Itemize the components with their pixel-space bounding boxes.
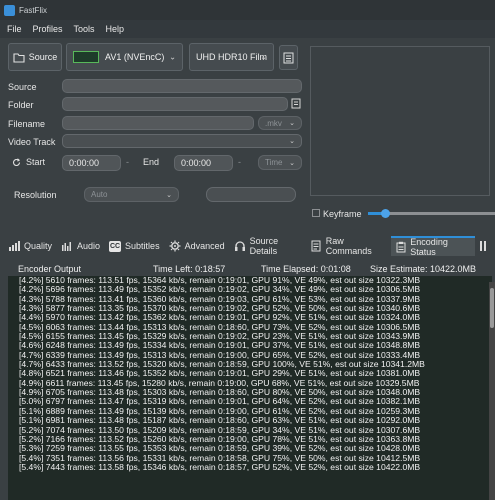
- menu-tools[interactable]: Tools: [74, 24, 95, 34]
- subtitles-icon: CC: [109, 240, 122, 252]
- profile-select[interactable]: UHD HDR10 Film ⌄: [189, 43, 274, 71]
- log-line: [5.4%] 7443 frames: 113.58 fps, 15346 kb…: [19, 461, 421, 472]
- clipboard-icon: [395, 241, 406, 253]
- tab-subtitles-label: Subtitles: [125, 241, 160, 251]
- tab-bar: Quality Audio CC Subtitles Advanced Sour…: [0, 236, 495, 257]
- more-icon: [477, 241, 489, 252]
- filename-label: Filename: [8, 119, 46, 129]
- main-panel: Source AV1 (NVEncC) ⌄ UHD HDR10 Film ⌄ S…: [0, 38, 495, 500]
- app-title: FastFlix: [19, 5, 47, 15]
- tab-audio[interactable]: Audio: [57, 236, 105, 256]
- encoder-value: AV1 (NVEncC): [105, 52, 165, 62]
- time-elapsed-label: Time Elapsed: 0:01:08: [261, 264, 351, 274]
- chevron-down-icon: ⌄: [289, 138, 295, 145]
- size-estimate-label: Size Estimate: 10422.0MB: [370, 264, 477, 274]
- encoder-output-label: Encoder Output: [18, 264, 82, 274]
- document-icon: [311, 240, 322, 252]
- tab-more[interactable]: [475, 236, 495, 256]
- filename-field[interactable]: [62, 116, 254, 130]
- menu-help[interactable]: Help: [106, 24, 125, 34]
- resolution-custom-field[interactable]: [206, 187, 296, 202]
- gear-icon: [169, 240, 181, 252]
- encoder-select[interactable]: AV1 (NVEncC) ⌄: [66, 43, 183, 71]
- tab-advanced[interactable]: Advanced: [165, 236, 230, 256]
- start-time-input[interactable]: 0:00:00: [62, 155, 121, 171]
- browse-folder-icon[interactable]: [291, 98, 302, 109]
- encoder-output-log[interactable]: [4.2%] 5610 frames: 113.51 fps, 15364 kb…: [8, 276, 492, 500]
- resolution-select[interactable]: Auto ⌄: [84, 187, 179, 202]
- chevron-down-icon: ⌄: [260, 52, 267, 62]
- source-label: Source: [8, 82, 37, 92]
- log-scrollbar-thumb[interactable]: [490, 288, 494, 328]
- end-time-input[interactable]: 0:00:00: [174, 155, 233, 171]
- tab-source-details-label: Source Details: [249, 236, 279, 256]
- refresh-icon[interactable]: [12, 158, 21, 167]
- folder-field[interactable]: [62, 97, 288, 111]
- audio-icon: [61, 241, 73, 252]
- keyframe-label: Keyframe: [323, 209, 362, 219]
- end-separator: -: [238, 157, 241, 167]
- end-label: End: [143, 157, 160, 167]
- encoding-status-bar: Encoder Output Time Left: 0:18:57 Time E…: [0, 262, 495, 276]
- chevron-down-icon: ⌄: [289, 159, 295, 167]
- chevron-down-icon: ⌄: [289, 120, 295, 127]
- keyframe-slider-handle[interactable]: [381, 209, 390, 218]
- time-mode-select[interactable]: Time ⌄: [258, 155, 302, 170]
- extension-select[interactable]: .mkv ⌄: [258, 116, 302, 130]
- source-button-label: Source: [28, 52, 58, 62]
- nvidia-logo-icon: [73, 51, 99, 63]
- tab-encoding-status-label: Encoding Status: [410, 237, 448, 257]
- tab-subtitles[interactable]: CC Subtitles: [105, 236, 165, 256]
- video-preview: [310, 46, 490, 196]
- app-icon: [4, 4, 15, 16]
- tab-encoding-status[interactable]: Encoding Status: [391, 236, 475, 257]
- start-time-value: 0:00:00: [69, 158, 100, 168]
- quality-icon: [8, 240, 20, 252]
- tab-quality[interactable]: Quality: [0, 236, 57, 256]
- tab-advanced-label: Advanced: [184, 241, 225, 251]
- start-label: Start: [26, 157, 46, 167]
- extension-value: .mkv: [265, 118, 282, 128]
- title-bar: FastFlix: [0, 0, 495, 20]
- keyframe-checkbox[interactable]: [312, 209, 320, 217]
- time-left-label: Time Left: 0:18:57: [153, 264, 226, 274]
- profile-value: UHD HDR10 Film: [196, 52, 268, 62]
- end-time-value: 0:00:00: [181, 158, 212, 168]
- source-field[interactable]: [62, 79, 302, 93]
- video-track-label: Video Track: [8, 137, 56, 147]
- tab-raw-commands[interactable]: Raw Commands: [307, 236, 392, 256]
- profile-details-button[interactable]: [279, 45, 298, 70]
- source-button[interactable]: Source: [8, 43, 62, 71]
- list-icon: [283, 52, 294, 63]
- time-mode-value: Time: [265, 158, 283, 167]
- start-separator: -: [126, 157, 129, 167]
- tab-raw-commands-label: Raw Commands: [325, 236, 372, 256]
- resolution-value: Auto: [91, 190, 108, 199]
- resolution-label: Resolution: [14, 190, 57, 200]
- chevron-down-icon: ⌄: [166, 191, 172, 199]
- folder-icon: [13, 52, 25, 63]
- headphones-icon: [234, 241, 246, 252]
- tab-audio-label: Audio: [77, 241, 101, 251]
- chevron-down-icon: ⌄: [169, 52, 176, 62]
- menu-profiles[interactable]: Profiles: [33, 24, 63, 34]
- folder-label: Folder: [8, 100, 34, 110]
- video-track-select[interactable]: ⌄: [62, 134, 302, 148]
- tab-quality-label: Quality: [24, 241, 53, 251]
- tab-source-details[interactable]: Source Details: [230, 236, 307, 256]
- menu-bar: File Profiles Tools Help: [0, 20, 495, 38]
- menu-file[interactable]: File: [7, 24, 22, 34]
